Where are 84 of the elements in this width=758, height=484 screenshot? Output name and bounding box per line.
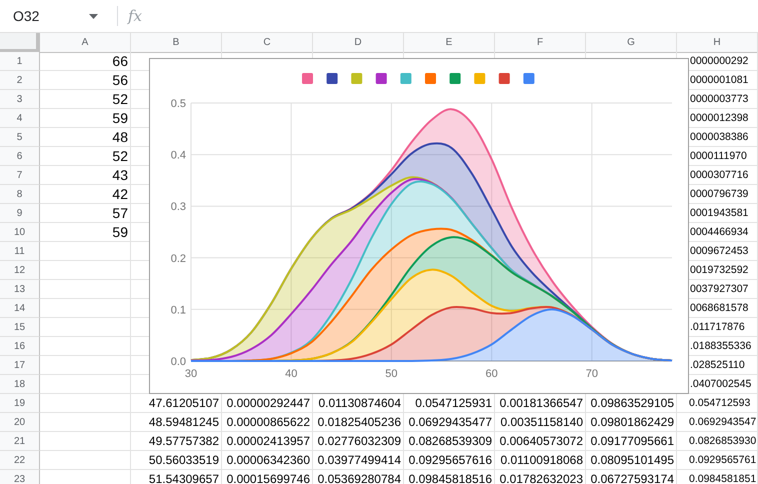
table-cell: 0.0826853930 xyxy=(677,432,758,451)
column-header: A xyxy=(40,33,131,53)
table-cell: 0.08095101495 xyxy=(586,451,677,470)
row-header: 12 xyxy=(0,261,40,280)
axis-label: 60 xyxy=(486,368,498,380)
axis-label: 70 xyxy=(586,368,598,380)
table-cell: 0.0984581851 xyxy=(677,470,758,484)
table-cell: 43 xyxy=(40,166,131,185)
axis-label: 0.4 xyxy=(170,150,186,162)
column-header: C xyxy=(222,33,313,53)
name-box[interactable]: O32 xyxy=(0,8,103,24)
table-cell: 66 xyxy=(40,52,131,71)
table-cell: 0.09177095661 xyxy=(586,432,677,451)
row-header: 17 xyxy=(0,356,40,375)
column-header: B xyxy=(131,33,222,53)
axis-label: 40 xyxy=(285,368,298,380)
table-cell: 0.05369280784 xyxy=(313,470,404,484)
row-header: 16 xyxy=(0,337,40,356)
table-cell: 51.54309657 xyxy=(131,470,222,484)
row-header: 11 xyxy=(0,242,40,261)
column-header: G xyxy=(586,33,677,53)
axis-label: 0.2 xyxy=(170,252,186,265)
table-cell: 0.09845818516 xyxy=(404,470,495,484)
row-header: 19 xyxy=(0,394,40,413)
table-cell: 0.03977499414 xyxy=(313,451,404,470)
table-cell: 0.08268539309 xyxy=(404,432,495,451)
table-cell: 50.56033519 xyxy=(131,451,222,470)
table-cell: 0.01825405236 xyxy=(313,413,404,432)
row-header: 1 xyxy=(0,52,40,71)
axis-label: 0.5 xyxy=(170,98,186,110)
table-cell: 52 xyxy=(40,147,131,166)
table-cell: 0.09295657616 xyxy=(404,451,495,470)
table-cell: 0.00002413957 xyxy=(222,432,313,451)
table-cell: 0.06929435477 xyxy=(404,413,495,432)
table-cell: 0.0692943547 xyxy=(677,413,758,432)
table-cell: 0.01782632023 xyxy=(495,470,586,484)
row-header: 2 xyxy=(0,71,40,90)
caret-icon xyxy=(89,14,98,18)
row-header: 4 xyxy=(0,109,40,128)
row-header: 6 xyxy=(0,147,40,166)
table-cell: 0.02776032309 xyxy=(313,432,404,451)
table-cell: 0.00640573072 xyxy=(495,432,586,451)
row-header: 21 xyxy=(0,432,40,451)
table-cell: 0.00000865622 xyxy=(222,413,313,432)
table-cell: 0.0929565761 xyxy=(677,451,758,470)
axis-label: 50 xyxy=(385,368,398,380)
table-cell: 56 xyxy=(40,71,131,90)
row-header: 20 xyxy=(0,413,40,432)
table-cell: 0.01100918068 xyxy=(495,451,586,470)
table-cell: 48 xyxy=(40,128,131,147)
table-cell: 49.57757382 xyxy=(131,432,222,451)
row-header: 10 xyxy=(0,223,40,242)
row-header: 14 xyxy=(0,299,40,318)
axis-label: 0.0 xyxy=(170,356,186,368)
table-cell: 59 xyxy=(40,109,131,128)
table-cell: 52 xyxy=(40,90,131,109)
row-header: 7 xyxy=(0,166,40,185)
row-header: 18 xyxy=(0,375,40,394)
row-header: 9 xyxy=(0,204,40,223)
formula-icon: fx xyxy=(128,7,142,25)
axis-label: 0.3 xyxy=(170,201,186,214)
table-cell: 42 xyxy=(40,185,131,204)
axis-label: 0.1 xyxy=(170,304,186,316)
table-cell: 48.59481245 xyxy=(131,413,222,432)
table-cell: 0.00015699746 xyxy=(222,470,313,484)
select-all-corner xyxy=(0,33,40,53)
column-header: E xyxy=(404,33,495,53)
column-header: D xyxy=(313,33,404,53)
row-header: 5 xyxy=(0,128,40,147)
column-header: H xyxy=(677,33,758,53)
row-header: 22 xyxy=(0,451,40,470)
row-header: 23 xyxy=(0,470,40,484)
row-header: 15 xyxy=(0,318,40,337)
column-header: F xyxy=(495,33,586,53)
table-cell: 0.06727593174 xyxy=(586,470,677,484)
row-header: 13 xyxy=(0,280,40,299)
table-cell: 57 xyxy=(40,204,131,223)
axis-label: 30 xyxy=(184,368,198,380)
table-cell: 59 xyxy=(40,223,131,242)
table-cell: 0.00351158140 xyxy=(495,413,586,432)
row-header: 8 xyxy=(0,185,40,204)
table-cell: 0.09801862429 xyxy=(586,413,677,432)
row-header: 3 xyxy=(0,90,40,109)
table-cell: 0.00006342360 xyxy=(222,451,313,470)
